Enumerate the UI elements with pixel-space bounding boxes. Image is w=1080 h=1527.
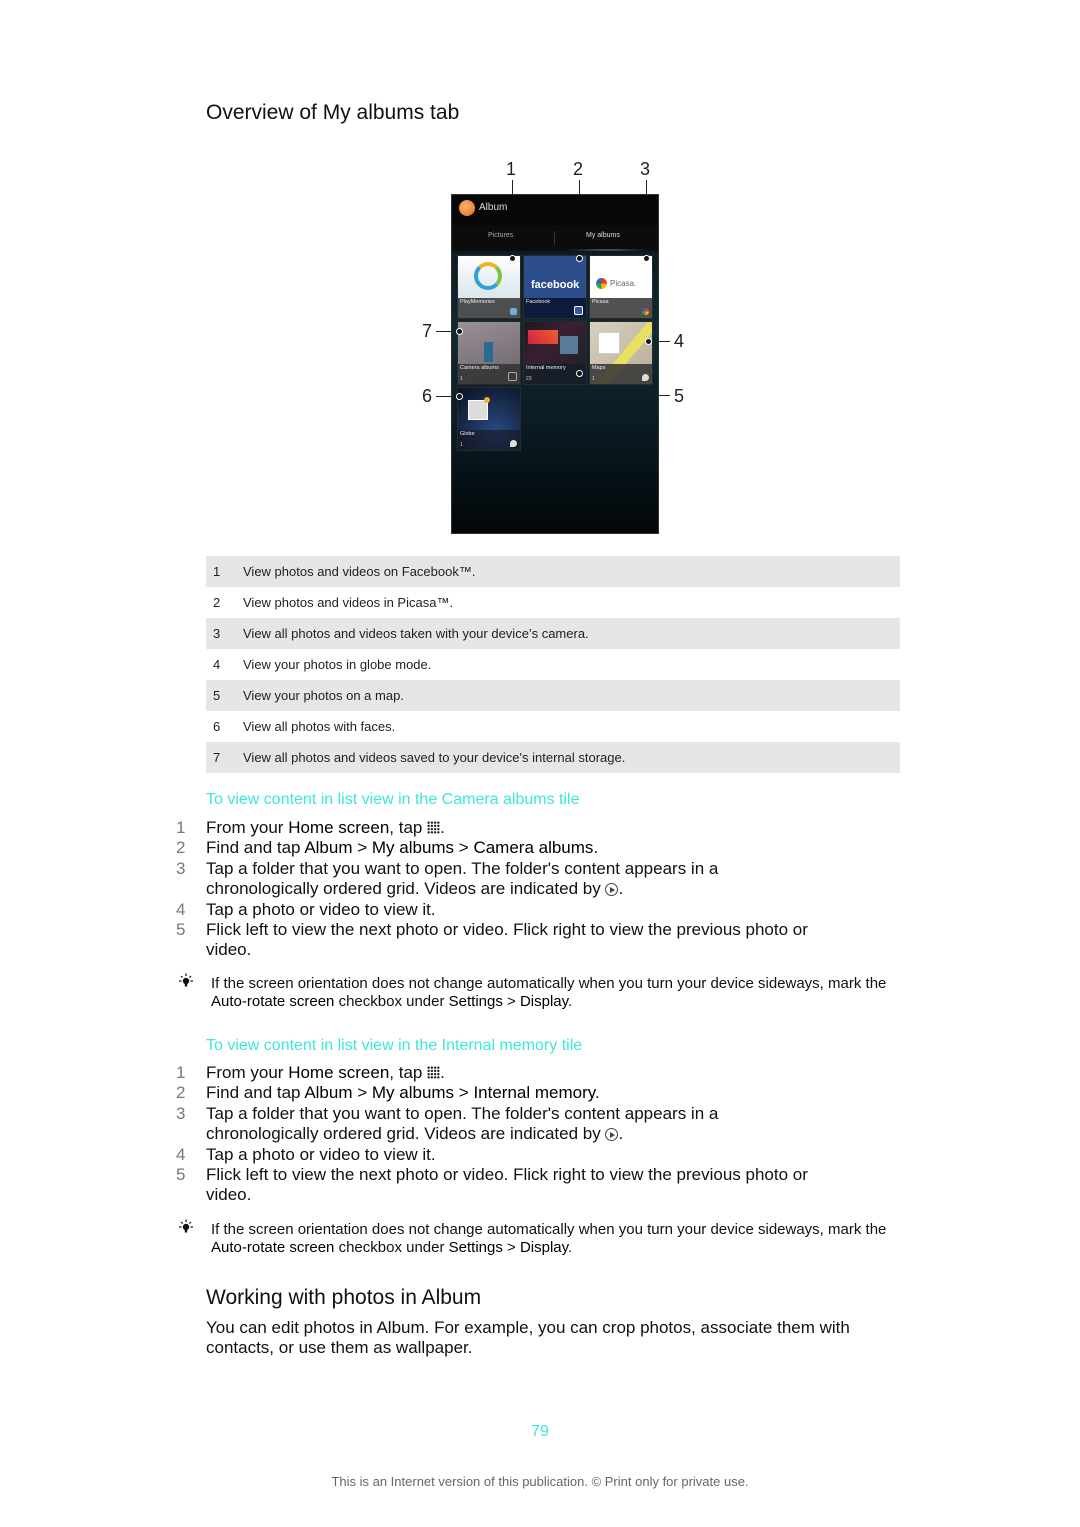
tile-label: Globe xyxy=(460,431,475,437)
legend-row: 3 View all photos and videos taken with y… xyxy=(206,618,900,649)
map-pin-icon xyxy=(642,374,649,381)
callout-6: 6 xyxy=(422,386,433,406)
map-pin-icon xyxy=(510,440,517,447)
legend-row: 1 View photos and videos on Facebook™. xyxy=(206,556,900,587)
procedure-title-internal-memory: To view content in list view in the Inte… xyxy=(206,1037,583,1054)
tile-label: Maps xyxy=(592,365,606,371)
lightbulb-tip-icon xyxy=(179,1219,193,1233)
phone-screen: Album Pictures My albums PlayMemories fa… xyxy=(451,194,659,534)
tile-picasa[interactable]: Picasa. Picasa xyxy=(589,255,653,319)
app-header: Album xyxy=(452,195,658,225)
apps-grid-icon xyxy=(427,1066,441,1079)
step: 4 Tap a photo or video to view it. xyxy=(176,899,436,919)
procedure-steps-internal-memory: 1 From your Home screen, tap . 2 Find and … xyxy=(176,1063,896,1206)
tile-label: Facebook xyxy=(526,299,551,305)
callout-dot-4 xyxy=(645,338,652,345)
callout-dot-7 xyxy=(456,328,463,335)
step: 1 From your Home screen, tap . xyxy=(176,1063,445,1082)
tile-label: Camera albums xyxy=(460,365,499,371)
tile-facebook[interactable]: facebook Facebook xyxy=(523,255,587,319)
tab-my-albums[interactable]: My albums xyxy=(586,232,620,239)
legend-row: 2 View photos and videos in Picasa™. xyxy=(213,595,454,610)
step: 1 From your Home screen, tap . xyxy=(176,818,445,837)
section-title-overview: Overview of My albums tab xyxy=(206,101,460,124)
facebook-badge-icon xyxy=(574,306,583,315)
procedure-steps-camera-albums: 1 From your Home screen, tap . 2 Find and … xyxy=(176,818,896,961)
tab-active-indicator xyxy=(562,249,652,251)
tile-camera-albums[interactable]: Camera albums 1 xyxy=(457,321,521,385)
callout-legend-table: 1 View photos and videos on Facebook™. 2V… xyxy=(206,556,900,773)
step: 5 Flick left to view the next photo or vi… xyxy=(176,920,808,960)
tab-divider xyxy=(554,231,555,245)
play-video-icon xyxy=(605,883,619,897)
album-app-icon xyxy=(459,200,475,216)
step: 3 Tap a folder that you want to open. The… xyxy=(176,1103,719,1144)
tip-text: If the screen orientation does not chang… xyxy=(211,975,887,1010)
section-title-working-with-photos: Working with photos in Album xyxy=(206,1286,482,1309)
picasa-badge-icon xyxy=(642,308,649,315)
album-screenshot-figure: 1 2 3 4 5 6 7 Album Pictures My albums P… xyxy=(420,150,720,540)
camera-albums-badge-icon xyxy=(508,372,517,381)
footer-notice: This is an Internet version of this publ… xyxy=(331,1474,749,1489)
legend-row: 4 View your photos in globe mode. xyxy=(213,657,432,672)
body-paragraph: You can edit photos in Album. For exampl… xyxy=(206,1318,850,1358)
play-video-icon xyxy=(605,1128,619,1142)
callout-dot-5 xyxy=(576,370,583,377)
tile-label: Internal memory xyxy=(526,365,566,371)
legend-row: 5 View your photos on a map. xyxy=(206,680,900,711)
page-number: 79 xyxy=(531,1423,549,1440)
tab-pictures[interactable]: Pictures xyxy=(488,232,513,239)
callout-1: 1 xyxy=(506,159,517,179)
app-title: Album xyxy=(479,202,508,213)
tile-label: PlayMemories xyxy=(460,299,495,305)
apps-grid-icon xyxy=(427,821,441,834)
step: 5 Flick left to view the next photo or vi… xyxy=(176,1165,808,1205)
picasa-logo: Picasa. xyxy=(610,279,637,288)
tile-label: Picasa xyxy=(592,299,609,305)
callout-dot-6 xyxy=(456,393,463,400)
tile-globe[interactable]: Globe 1 xyxy=(457,387,521,451)
step: 2 Find and tap Album > My albums > Intern… xyxy=(176,1083,600,1103)
legend-row: 7 View all photos and videos saved to you… xyxy=(206,742,900,773)
callout-dot-1 xyxy=(509,255,516,262)
playmemories-logo-icon xyxy=(474,262,502,290)
callout-2: 2 xyxy=(573,159,584,179)
tile-count: 23 xyxy=(526,376,532,382)
lightbulb-tip-icon xyxy=(179,973,193,987)
step: 2 Find and tap Album > My albums > Camera… xyxy=(176,838,599,858)
callout-dot-3 xyxy=(643,255,650,262)
tile-count: 1 xyxy=(460,376,463,382)
tile-count: 1 xyxy=(592,376,595,382)
playmemories-badge-icon xyxy=(510,308,517,315)
callout-7: 7 xyxy=(422,321,433,341)
callout-5: 5 xyxy=(674,386,685,406)
callout-3: 3 xyxy=(640,159,651,179)
legend-row: 6 View all photos with faces. xyxy=(213,719,396,734)
album-tabs: Pictures My albums xyxy=(452,225,658,251)
callout-dot-2 xyxy=(576,255,583,262)
facebook-logo: facebook xyxy=(531,279,580,291)
tile-maps[interactable]: Maps 1 xyxy=(589,321,653,385)
step: 4 Tap a photo or video to view it. xyxy=(176,1144,436,1164)
picasa-logo-icon xyxy=(596,278,607,289)
procedure-title-camera-albums: To view content in list view in the Came… xyxy=(206,791,580,808)
callout-4: 4 xyxy=(674,331,685,351)
tip-text: If the screen orientation does not chang… xyxy=(211,1221,887,1256)
tile-count: 1 xyxy=(460,442,463,448)
tile-playmemories[interactable]: PlayMemories xyxy=(457,255,521,319)
step: 3 Tap a folder that you want to open. The… xyxy=(176,858,719,899)
